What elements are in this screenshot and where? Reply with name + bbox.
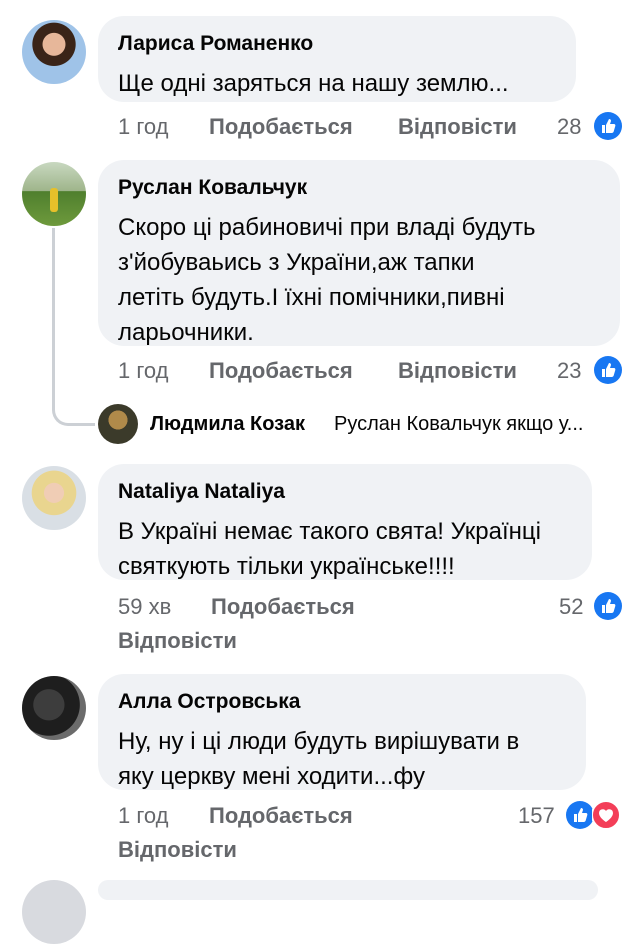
reply-button[interactable]: Відповісти: [118, 837, 237, 863]
comment-bubble: Nataliya Nataliya В Україні немає такого…: [98, 464, 592, 580]
like-button[interactable]: Подобається: [209, 358, 353, 384]
comment-time[interactable]: 1 год: [118, 358, 168, 384]
avatar-figure: [50, 188, 58, 212]
like-icon: [594, 112, 622, 140]
comment-author[interactable]: Лариса Романенко: [118, 32, 313, 56]
reply-author[interactable]: Людмила Козак: [150, 413, 305, 436]
next-comment-partial: [98, 880, 598, 900]
like-button[interactable]: Подобається: [211, 594, 355, 620]
reaction-count[interactable]: 157: [518, 803, 555, 829]
next-avatar-partial: [22, 880, 86, 944]
reply-button[interactable]: Відповісти: [398, 114, 517, 140]
comment-time[interactable]: 59 хв: [118, 594, 171, 620]
comment-author[interactable]: Nataliya Nataliya: [118, 480, 285, 504]
like-button[interactable]: Подобається: [209, 803, 353, 829]
comment-text: В Україні немає такого свята! Українці с…: [118, 518, 541, 580]
reply-button[interactable]: Відповісти: [118, 628, 237, 654]
comment-author[interactable]: Алла Островська: [118, 690, 300, 714]
like-button[interactable]: Подобається: [209, 114, 353, 140]
avatar[interactable]: [22, 466, 86, 530]
comment-bubble: Алла Островська Ну, ну і ці люди будуть …: [98, 674, 586, 790]
comment-time[interactable]: 1 год: [118, 114, 168, 140]
reaction-count[interactable]: 28: [557, 114, 581, 140]
like-icon: [594, 356, 622, 384]
comment-text: Скоро ці рабиновичі при владі будуть з'й…: [118, 214, 536, 346]
comment-time[interactable]: 1 год: [118, 803, 168, 829]
comment-bubble: Руслан Ковальчук Скоро ці рабиновичі при…: [98, 160, 620, 346]
love-icon: [592, 801, 620, 829]
comment-text: Ще одні заряться на нашу землю...: [118, 70, 509, 97]
reaction-count[interactable]: 52: [559, 594, 583, 620]
reply-preview[interactable]: Руслан Ковальчук якщо у...: [334, 413, 583, 436]
comment-bubble: Лариса Романенко Ще одні заряться на наш…: [98, 16, 576, 102]
avatar[interactable]: [98, 404, 138, 444]
comment-author[interactable]: Руслан Ковальчук: [118, 176, 307, 200]
avatar[interactable]: [22, 162, 86, 226]
like-icon: [566, 801, 594, 829]
reply-button[interactable]: Відповісти: [398, 358, 517, 384]
reaction-count[interactable]: 23: [557, 358, 581, 384]
comment-text: Ну, ну і ці люди будуть вирішувати в яку…: [118, 728, 520, 790]
avatar[interactable]: [22, 676, 86, 740]
thread-line: [52, 228, 95, 426]
like-icon: [594, 592, 622, 620]
avatar[interactable]: [22, 20, 86, 84]
